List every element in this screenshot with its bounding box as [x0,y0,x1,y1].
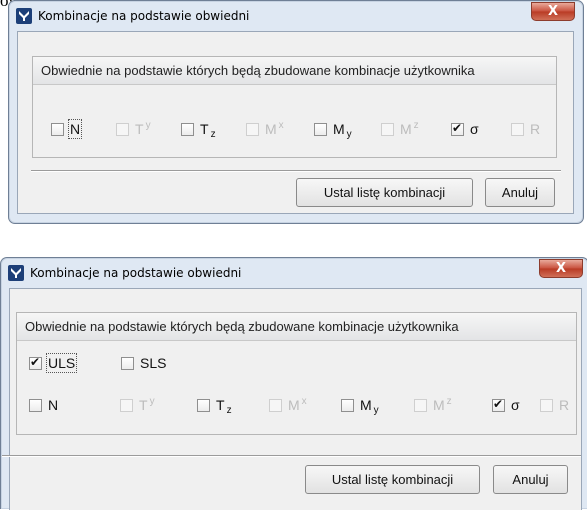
checkbox-box[interactable] [29,398,42,412]
checkbox-tz[interactable]: Tz [181,120,216,140]
checkbox-box [414,398,427,412]
checkbox-box[interactable] [314,122,327,136]
checkbox-label: T [200,121,209,137]
close-icon: X [547,4,559,19]
envelope-group: Obwiednie na podstawie których będą zbud… [32,56,557,158]
checkbox-label: T [135,121,144,137]
checkbox-subscript: y [373,404,379,416]
checkbox-label: T [216,397,225,413]
checkbox-box[interactable]: ✔ [451,120,464,136]
checkbox-box[interactable] [197,398,210,412]
checkbox-n[interactable]: N [51,119,83,139]
set-combinations-button[interactable]: Ustal listę kombinacji [305,465,480,494]
checkbox-box [120,398,133,412]
checkbox-label: M [360,397,372,413]
checkbox-sigma[interactable]: ✔ σ [451,120,479,138]
checkbox-tz[interactable]: Tz [197,396,232,416]
close-button[interactable]: X [539,259,583,278]
checkbox-uls[interactable]: ✔ ULS [29,353,78,373]
group-header-text: Obwiednie na podstawie których będą zbud… [25,319,459,334]
checkbox-subscript: x [301,395,307,407]
checkbox-box[interactable] [51,122,64,136]
dialog-client: Obwiednie na podstawie których będą zbud… [2,288,582,510]
checkbox-subscript: z [226,404,232,416]
checkbox-subscript: y [145,119,151,131]
checkbox-box [269,398,282,412]
checkbox-r: R [540,396,569,414]
checkmark-icon: ✔ [452,120,463,135]
checkbox-box [540,398,553,412]
checkbox-subscript: x [278,119,284,131]
checkbox-box [246,122,259,136]
checkbox-r: R [511,120,540,138]
checkmark-icon: ✔ [30,354,41,369]
title-bar[interactable]: Kombinacje na podstawie obwiedni X [9,1,583,31]
close-icon: X [555,261,567,276]
checkmark-icon: ✔ [493,396,504,411]
cancel-button[interactable]: Anuluj [493,465,568,494]
checkbox-label: M [433,397,445,413]
checkbox-my[interactable]: My [341,396,379,416]
checkbox-label: N [48,397,59,413]
dialog-title: Kombinacje na podstawie obwiedni [38,9,250,23]
checkbox-box[interactable] [341,398,354,412]
checkbox-label: T [139,397,148,413]
checkbox-box[interactable] [121,356,134,370]
envelope-group: Obwiednie na podstawie których będą zbud… [16,312,577,435]
dialog-client: Obwiednie na podstawie których będą zbud… [17,31,574,214]
checkbox-label: M [333,121,345,137]
checkbox-subscript: z [413,119,419,131]
checkbox-box [381,122,394,136]
checkbox-box[interactable]: ✔ [492,396,505,412]
checkbox-sigma[interactable]: ✔ σ [492,396,520,414]
checkbox-sls[interactable]: SLS [121,354,166,372]
separator [2,455,581,457]
set-combinations-button[interactable]: Ustal listę kombinacji [296,178,473,207]
checkbox-mz: Mz [414,396,452,414]
checkbox-subscript: y [346,128,352,140]
cancel-button[interactable]: Anuluj [485,178,555,207]
checkbox-subscript: y [149,395,155,407]
dialog-combinations-2: Kombinacje na podstawie obwiedni X Obwie… [0,257,587,510]
checkbox-ty: Ty [120,396,155,414]
checkbox-box[interactable]: ✔ [29,354,42,370]
checkbox-subscript: z [446,395,452,407]
dialog-combinations-1: Kombinacje na podstawie obwiedni X Obwie… [8,0,584,224]
close-button[interactable]: X [531,2,575,21]
checkbox-mx: Mx [269,396,307,414]
group-header: Obwiednie na podstawie których będą zbud… [33,57,556,85]
checkbox-label: σ [511,397,520,413]
checkbox-ty: Ty [116,120,151,138]
checkbox-my[interactable]: My [314,120,352,140]
checkbox-label: ULS [45,353,78,373]
app-icon [16,8,32,24]
checkbox-box [116,122,129,136]
checkbox-label: σ [470,121,479,137]
group-header-text: Obwiednie na podstawie których będą zbud… [41,63,475,78]
separator [31,170,561,172]
checkbox-mx: Mx [246,120,284,138]
checkbox-box [511,122,524,136]
checkbox-label: M [288,397,300,413]
checkbox-label: R [559,397,570,413]
checkbox-label: SLS [140,355,167,371]
checkbox-mz: Mz [381,120,419,138]
checkbox-label: M [265,121,277,137]
group-header: Obwiednie na podstawie których będą zbud… [17,313,576,341]
checkbox-label: N [67,119,83,139]
title-bar[interactable]: Kombinacje na podstawie obwiedni X [1,258,587,288]
checkbox-n[interactable]: N [29,396,58,414]
app-icon [8,265,24,281]
checkbox-box[interactable] [181,122,194,136]
checkbox-label: R [530,121,541,137]
checkbox-label: M [400,121,412,137]
checkbox-subscript: z [210,128,216,140]
dialog-title: Kombinacje na podstawie obwiedni [30,266,242,280]
